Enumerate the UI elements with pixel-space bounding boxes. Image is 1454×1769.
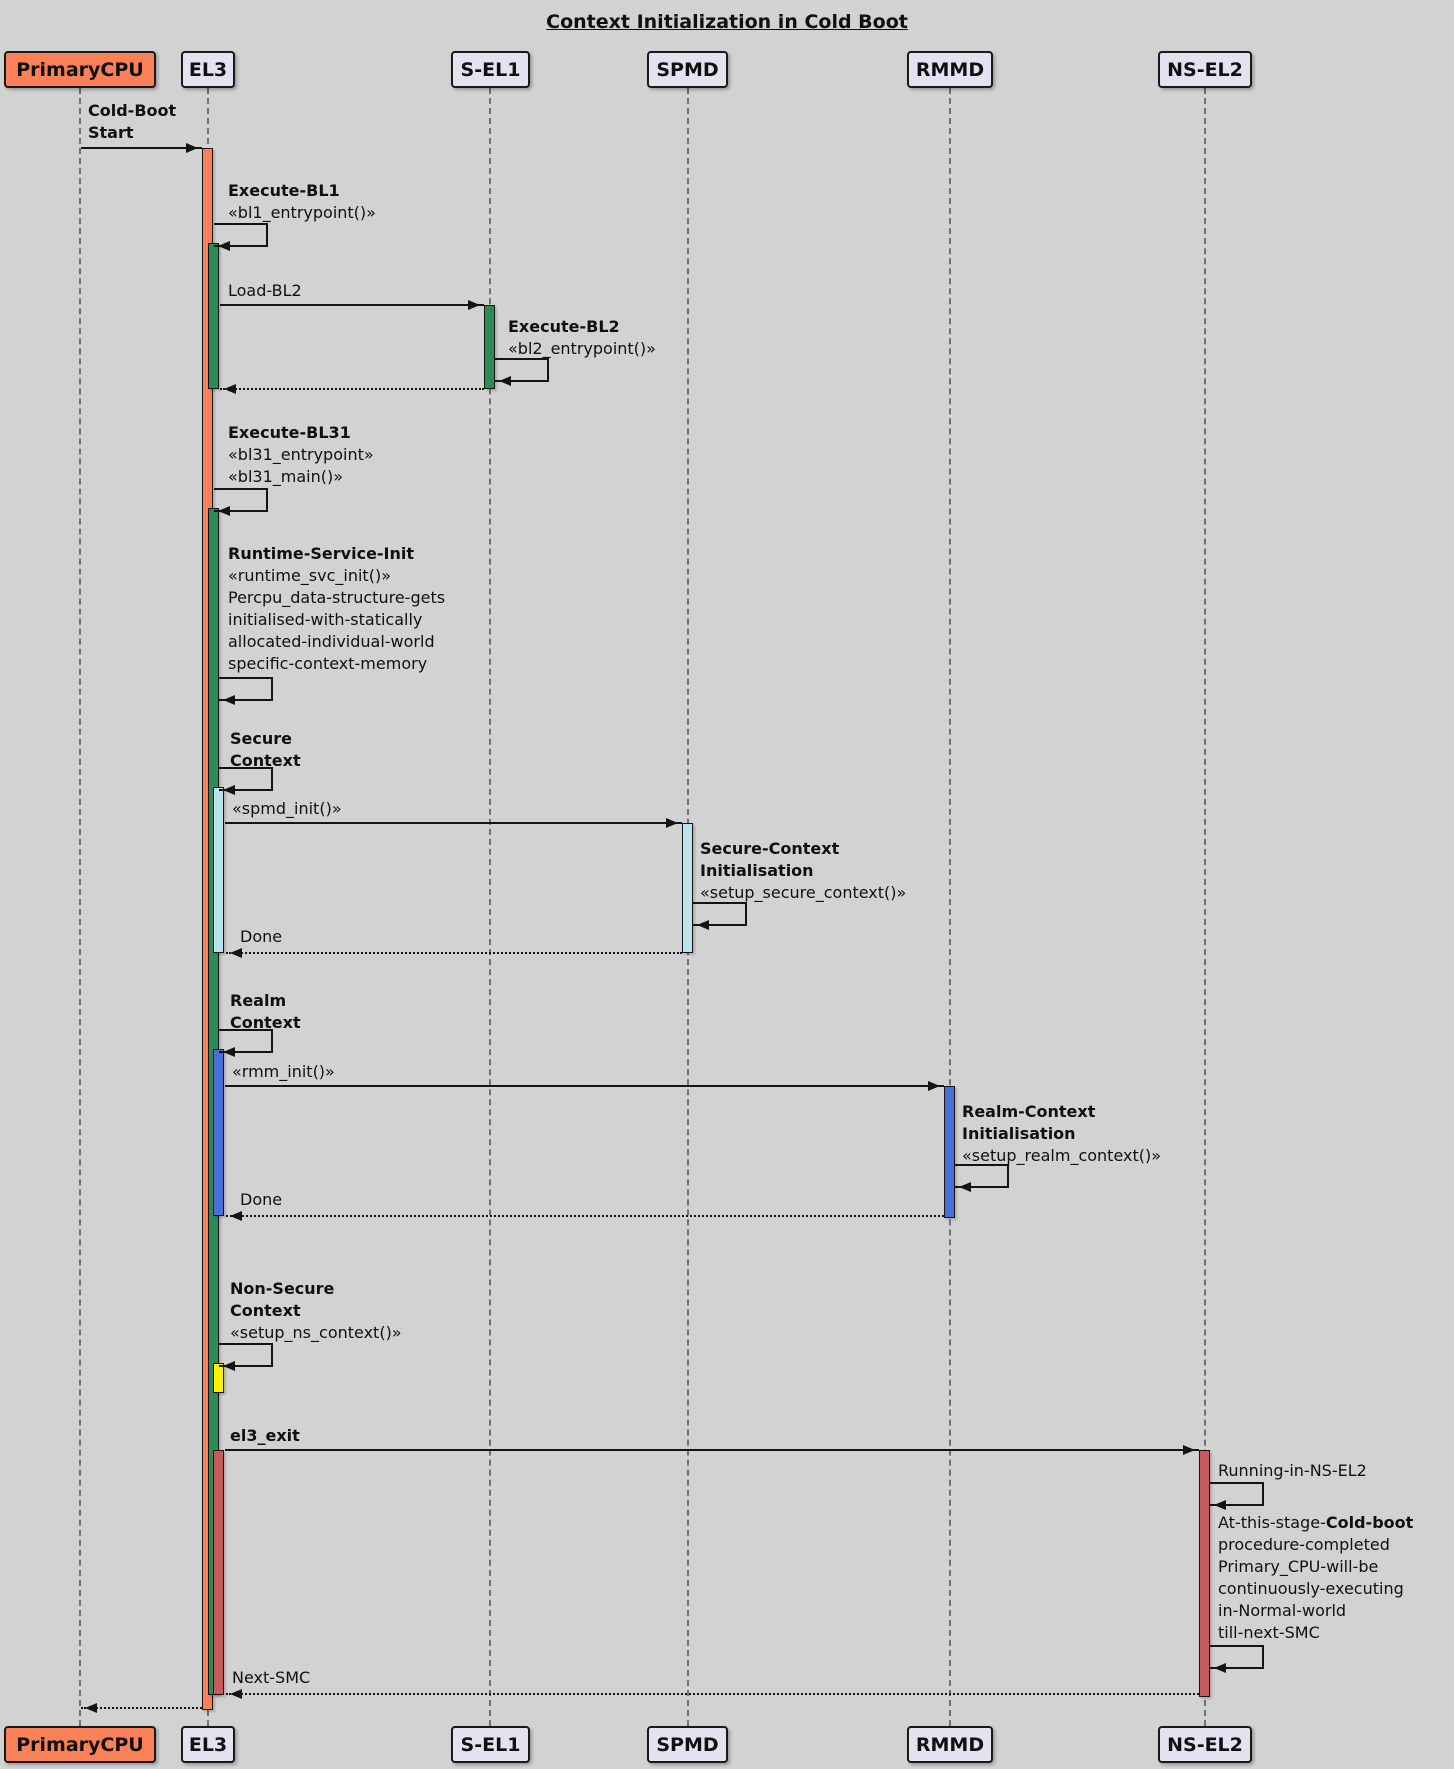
selfloop-cold-boot-complete: [1210, 1645, 1264, 1669]
label-secure-context: Secure Context: [230, 728, 301, 772]
participant-ns-el2-bottom: NS-EL2: [1158, 1726, 1252, 1763]
label-done-secure: Done: [240, 926, 282, 948]
arrow-spmd-init: [225, 822, 682, 824]
arrowhead-icon: [468, 300, 485, 310]
arrowhead-icon: [225, 1689, 242, 1699]
participant-spmd-bottom: SPMD: [647, 1726, 728, 1763]
label-execute-bl1: Execute-BL1 «bl1_entrypoint()»: [228, 180, 376, 224]
arrow-next-smc: [226, 1693, 1199, 1695]
sequence-diagram: Context Initialization in Cold Boot Prim…: [0, 0, 1454, 1769]
label-el3-exit: el3_exit: [230, 1425, 300, 1447]
activation-el3-cyan: [213, 787, 224, 953]
label-non-secure-context: Non-Secure Context «setup_ns_context()»: [230, 1278, 402, 1344]
arrowhead-icon: [80, 1703, 97, 1713]
arrow-return-primarycpu: [81, 1707, 202, 1709]
lifeline-rmmd: [949, 88, 951, 1726]
participant-ns-el2-top: NS-EL2: [1158, 51, 1252, 88]
label-cold-boot-start: Cold-Boot Start: [88, 100, 176, 144]
lifeline-primarycpu: [79, 88, 81, 1726]
activation-ns-el2-red: [1199, 1450, 1210, 1697]
arrowhead-icon: [928, 1081, 945, 1091]
label-runtime-service-init: Runtime-Service-Init «runtime_svc_init()…: [228, 543, 445, 675]
arrow-rmm-init: [225, 1085, 944, 1087]
label-done-realm: Done: [240, 1189, 282, 1211]
participant-el3-top: EL3: [181, 51, 235, 88]
label-rmm-init: «rmm_init()»: [232, 1061, 335, 1083]
arrow-done-secure: [226, 952, 682, 954]
label-load-bl2: Load-BL2: [228, 280, 302, 302]
label-cold-boot-complete: At-this-stage-Cold-boot procedure-comple…: [1218, 1512, 1413, 1644]
selfloop-execute-bl31: [214, 488, 268, 512]
arrow-cold-boot-start: [81, 147, 202, 149]
participant-primarycpu-top: PrimaryCPU: [4, 51, 156, 88]
selfloop-execute-bl2: [495, 358, 549, 382]
selfloop-realm-context-initialisation: [955, 1164, 1009, 1188]
participant-s-el1-top: S-EL1: [451, 51, 530, 88]
arrow-return-bl2: [220, 388, 484, 390]
arrowhead-icon: [225, 948, 242, 958]
participant-rmmd-top: RMMD: [907, 51, 993, 88]
participant-s-el1-bottom: S-EL1: [451, 1726, 530, 1763]
label-realm-context-initialisation: Realm-Context Initialisation «setup_real…: [962, 1101, 1161, 1167]
activation-el3-blue: [213, 1049, 224, 1216]
arrowhead-icon: [666, 818, 683, 828]
activation-rmmd-blue: [944, 1086, 955, 1218]
selfloop-runtime-service-init: [219, 677, 273, 701]
selfloop-secure-context-initialisation: [693, 902, 747, 926]
arrow-load-bl2: [220, 304, 484, 306]
selfloop-execute-bl1: [214, 223, 268, 247]
label-running-in-ns-el2: Running-in-NS-EL2: [1218, 1460, 1367, 1482]
label-realm-context: Realm Context: [230, 990, 301, 1034]
selfloop-non-secure-context: [219, 1343, 273, 1367]
label-secure-context-initialisation: Secure-Context Initialisation «setup_sec…: [700, 838, 906, 904]
label-spmd-init: «spmd_init()»: [232, 798, 342, 820]
activation-spmd-cyan: [682, 823, 693, 953]
arrow-el3-exit: [225, 1449, 1199, 1451]
selfloop-running-in-ns-el2: [1210, 1482, 1264, 1506]
participant-el3-bottom: EL3: [181, 1726, 235, 1763]
arrowhead-icon: [1183, 1445, 1200, 1455]
participant-rmmd-bottom: RMMD: [907, 1726, 993, 1763]
activation-el3-red: [213, 1450, 224, 1695]
participant-primarycpu-bottom: PrimaryCPU: [4, 1726, 156, 1763]
diagram-title: Context Initialization in Cold Boot: [0, 11, 1454, 33]
arrowhead-icon: [186, 143, 203, 153]
activation-el3-green-a: [208, 243, 219, 389]
label-execute-bl31: Execute-BL31 «bl31_entrypoint» «bl31_mai…: [228, 422, 374, 488]
label-execute-bl2: Execute-BL2 «bl2_entrypoint()»: [508, 316, 656, 360]
arrowhead-icon: [219, 384, 236, 394]
participant-spmd-top: SPMD: [647, 51, 728, 88]
arrow-done-realm: [226, 1215, 944, 1217]
arrowhead-icon: [225, 1211, 242, 1221]
label-next-smc: Next-SMC: [232, 1667, 310, 1689]
